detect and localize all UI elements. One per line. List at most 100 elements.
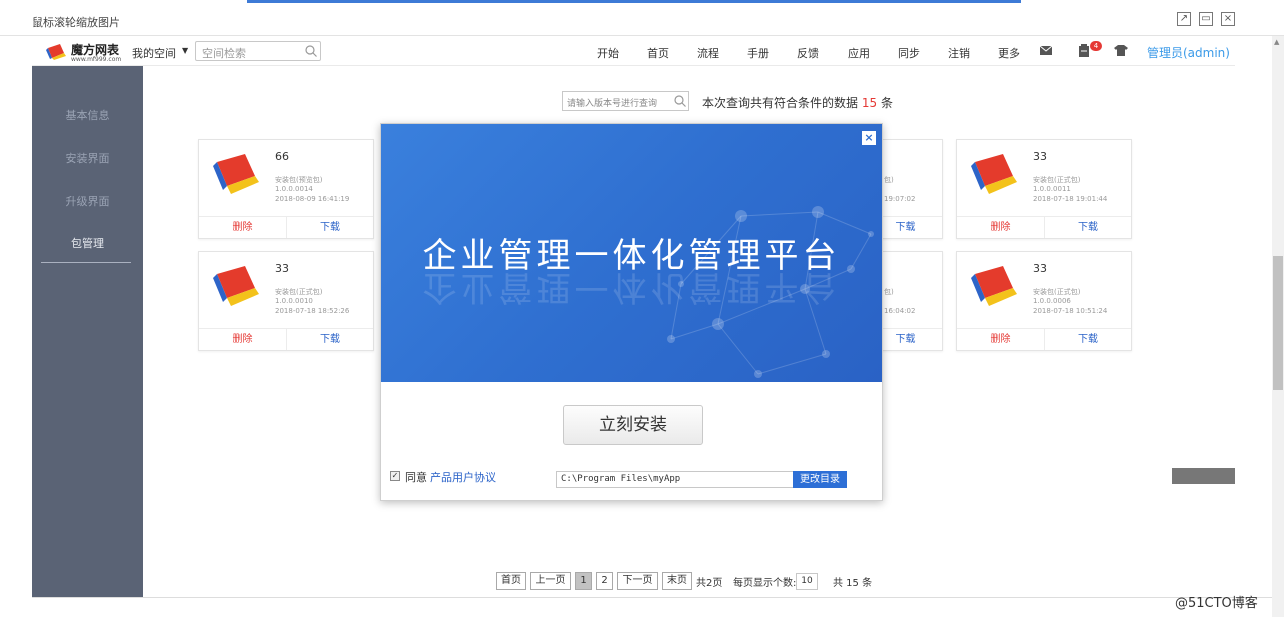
package-type: 包) (884, 288, 894, 296)
close-icon[interactable]: × (1221, 12, 1235, 26)
agree-label: 同意 (405, 471, 427, 484)
window-titlebar: 鼠标滚轮缩放图片 ↗ ▭ × (0, 0, 1284, 36)
package-name: 33 (1033, 150, 1047, 163)
installer-banner: × 企业管理一体化管理平台 企业管理一体化管理平台 (381, 124, 882, 382)
package-card: 66 安装包(预览包) 1.0.0.0014 2018-08-09 16:41:… (198, 139, 374, 239)
ime-toolbar[interactable] (1172, 468, 1235, 484)
scrollbar-thumb[interactable] (1273, 256, 1283, 390)
query-result-count: 15 (861, 96, 878, 110)
search-icon[interactable] (305, 45, 317, 57)
install-now-button[interactable]: 立刻安装 (563, 405, 703, 445)
scroll-up-icon[interactable]: ▲ (1274, 38, 1279, 46)
package-type: 安装包(正式包) (1033, 176, 1081, 184)
query-result-summary: 本次查询共有符合条件的数据 15 条 (702, 94, 893, 111)
package-date: 16:04:02 (884, 307, 916, 315)
package-date: 19:07:02 (884, 195, 916, 203)
minimize-icon[interactable]: ▭ (1199, 12, 1213, 26)
logo-url: www.mf999.com (71, 56, 122, 63)
installer-title-reflection: 企业管理一体化管理平台 (422, 267, 841, 307)
package-type: 包) (884, 176, 894, 184)
package-card: 33 安装包(正式包) 1.0.0.0010 2018-07-18 18:52:… (198, 251, 374, 351)
sidebar-active-indicator (41, 262, 131, 263)
nav-more[interactable]: 更多 (998, 45, 1020, 61)
window-title: 鼠标滚轮缩放图片 (32, 16, 120, 29)
delete-button[interactable]: 删除 (199, 217, 287, 238)
admin-user-link[interactable]: 管理员(admin) (1147, 44, 1230, 61)
bottom-divider (32, 597, 1272, 598)
delete-button[interactable]: 删除 (957, 217, 1045, 238)
package-date: 2018-07-18 19:01:44 (1033, 195, 1108, 203)
nav-logout[interactable]: 注销 (948, 45, 970, 61)
card-actions: 删除 下载 (957, 328, 1131, 350)
nav-feedback[interactable]: 反馈 (797, 45, 819, 61)
change-directory-button[interactable]: 更改目录 (793, 471, 847, 488)
install-path-input[interactable]: C:\Program Files\myApp (556, 471, 794, 488)
nav-sync[interactable]: 同步 (898, 45, 920, 61)
query-result-suffix: 条 (880, 96, 893, 110)
package-logo-icon (213, 266, 259, 306)
package-type: 安装包(预览包) (275, 176, 323, 184)
pager-next-button[interactable]: 下一页 (617, 572, 658, 590)
delete-button[interactable]: 删除 (199, 329, 287, 350)
package-card: 33 安装包(正式包) 1.0.0.0011 2018-07-18 19:01:… (956, 139, 1132, 239)
sidebar-item-upgrade-ui[interactable]: 升级界面 (32, 193, 143, 209)
nav-process[interactable]: 流程 (697, 45, 719, 61)
package-name: 33 (275, 262, 289, 275)
shirt-icon[interactable] (1114, 44, 1128, 57)
nav-home[interactable]: 首页 (647, 45, 669, 61)
download-button[interactable]: 下载 (287, 329, 373, 350)
notification-badge: 4 (1090, 41, 1102, 51)
pager-page-2[interactable]: 2 (596, 572, 613, 590)
version-search-input[interactable]: 请输入版本号进行查询 (562, 91, 689, 111)
package-card: 33 安装包(正式包) 1.0.0.0006 2018-07-18 10:51:… (956, 251, 1132, 351)
space-search-input[interactable]: 空间检索 (195, 41, 321, 61)
delete-button[interactable]: 删除 (957, 329, 1045, 350)
sidebar-item-package-mgmt[interactable]: 包管理 (32, 235, 143, 251)
download-button[interactable]: 下载 (1045, 217, 1131, 238)
clipboard-icon[interactable] (1077, 44, 1091, 57)
pager-last-button[interactable]: 末页 (662, 572, 692, 590)
mail-icon[interactable] (1039, 44, 1053, 57)
my-space-menu[interactable]: 我的空间 (132, 45, 176, 61)
pager-first-button[interactable]: 首页 (496, 572, 526, 590)
package-logo-icon (971, 266, 1017, 306)
pager-page-1[interactable]: 1 (575, 572, 592, 590)
package-version: 1.0.0.0006 (1033, 297, 1071, 305)
package-name: 66 (275, 150, 289, 163)
pager-prev-button[interactable]: 上一页 (530, 572, 571, 590)
installer-dialog: × 企业管理一体化管理平台 企业管理一体化管理平台 立刻安装 ✓ 同意 产品用户… (380, 123, 883, 501)
download-button[interactable]: 下载 (287, 217, 373, 238)
search-icon[interactable] (674, 95, 686, 107)
package-version: 1.0.0.0014 (275, 185, 313, 193)
nav-apps[interactable]: 应用 (848, 45, 870, 61)
nav-start[interactable]: 开始 (597, 45, 619, 61)
query-result-prefix: 本次查询共有符合条件的数据 (702, 96, 859, 110)
download-button[interactable]: 下载 (1045, 329, 1131, 350)
nav-manual[interactable]: 手册 (747, 45, 769, 61)
pager-total-count: 共 15 条 (833, 578, 873, 589)
logo-icon (46, 44, 66, 60)
sidebar-item-basic-info[interactable]: 基本信息 (32, 107, 143, 123)
caret-down-icon[interactable]: ▼ (182, 46, 188, 55)
package-logo-icon (213, 154, 259, 194)
page-size-input[interactable]: 10 (796, 573, 818, 590)
agree-checkbox[interactable]: ✓ (390, 471, 400, 481)
package-version: 1.0.0.0010 (275, 297, 313, 305)
popout-icon[interactable]: ↗ (1177, 12, 1191, 26)
app-header: 魔方网表 www.mf999.com 我的空间 ▼ 空间检索 开始 首页 流程 … (32, 36, 1235, 66)
sidebar: 基本信息 安装界面 升级界面 包管理 (32, 66, 143, 597)
dialog-close-button[interactable]: × (862, 131, 876, 145)
card-actions: 删除 下载 (199, 328, 373, 350)
package-version: 1.0.0.0011 (1033, 185, 1071, 193)
package-type: 安装包(正式包) (275, 288, 323, 296)
watermark: @51CTO博客 (1175, 596, 1258, 611)
sidebar-item-install-ui[interactable]: 安装界面 (32, 150, 143, 166)
window-accent-bar (247, 0, 1021, 3)
pager-total-pages: 共2页 (696, 578, 723, 589)
user-agreement-link[interactable]: 产品用户协议 (430, 469, 496, 485)
card-actions: 删除 下载 (957, 216, 1131, 238)
package-date: 2018-07-18 10:51:24 (1033, 307, 1108, 315)
card-actions: 删除 下载 (199, 216, 373, 238)
package-date: 2018-08-09 16:41:19 (275, 195, 350, 203)
package-type: 安装包(正式包) (1033, 288, 1081, 296)
